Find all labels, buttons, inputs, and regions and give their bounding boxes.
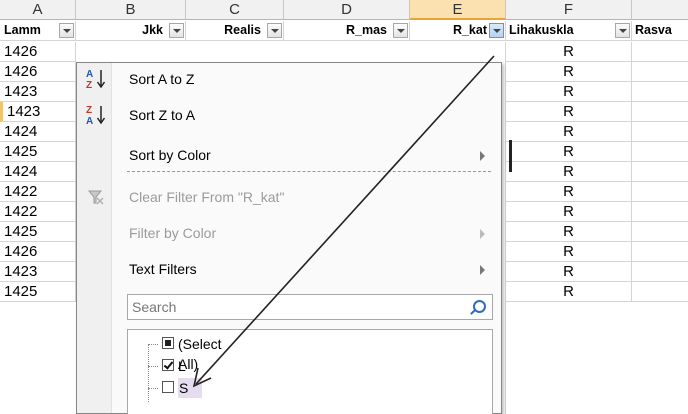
annotation-arrow [192, 55, 495, 388]
arrow-line [195, 55, 495, 385]
spreadsheet: A B C D E F Lamm Jkk Realis R_mas R_kat [0, 0, 688, 414]
